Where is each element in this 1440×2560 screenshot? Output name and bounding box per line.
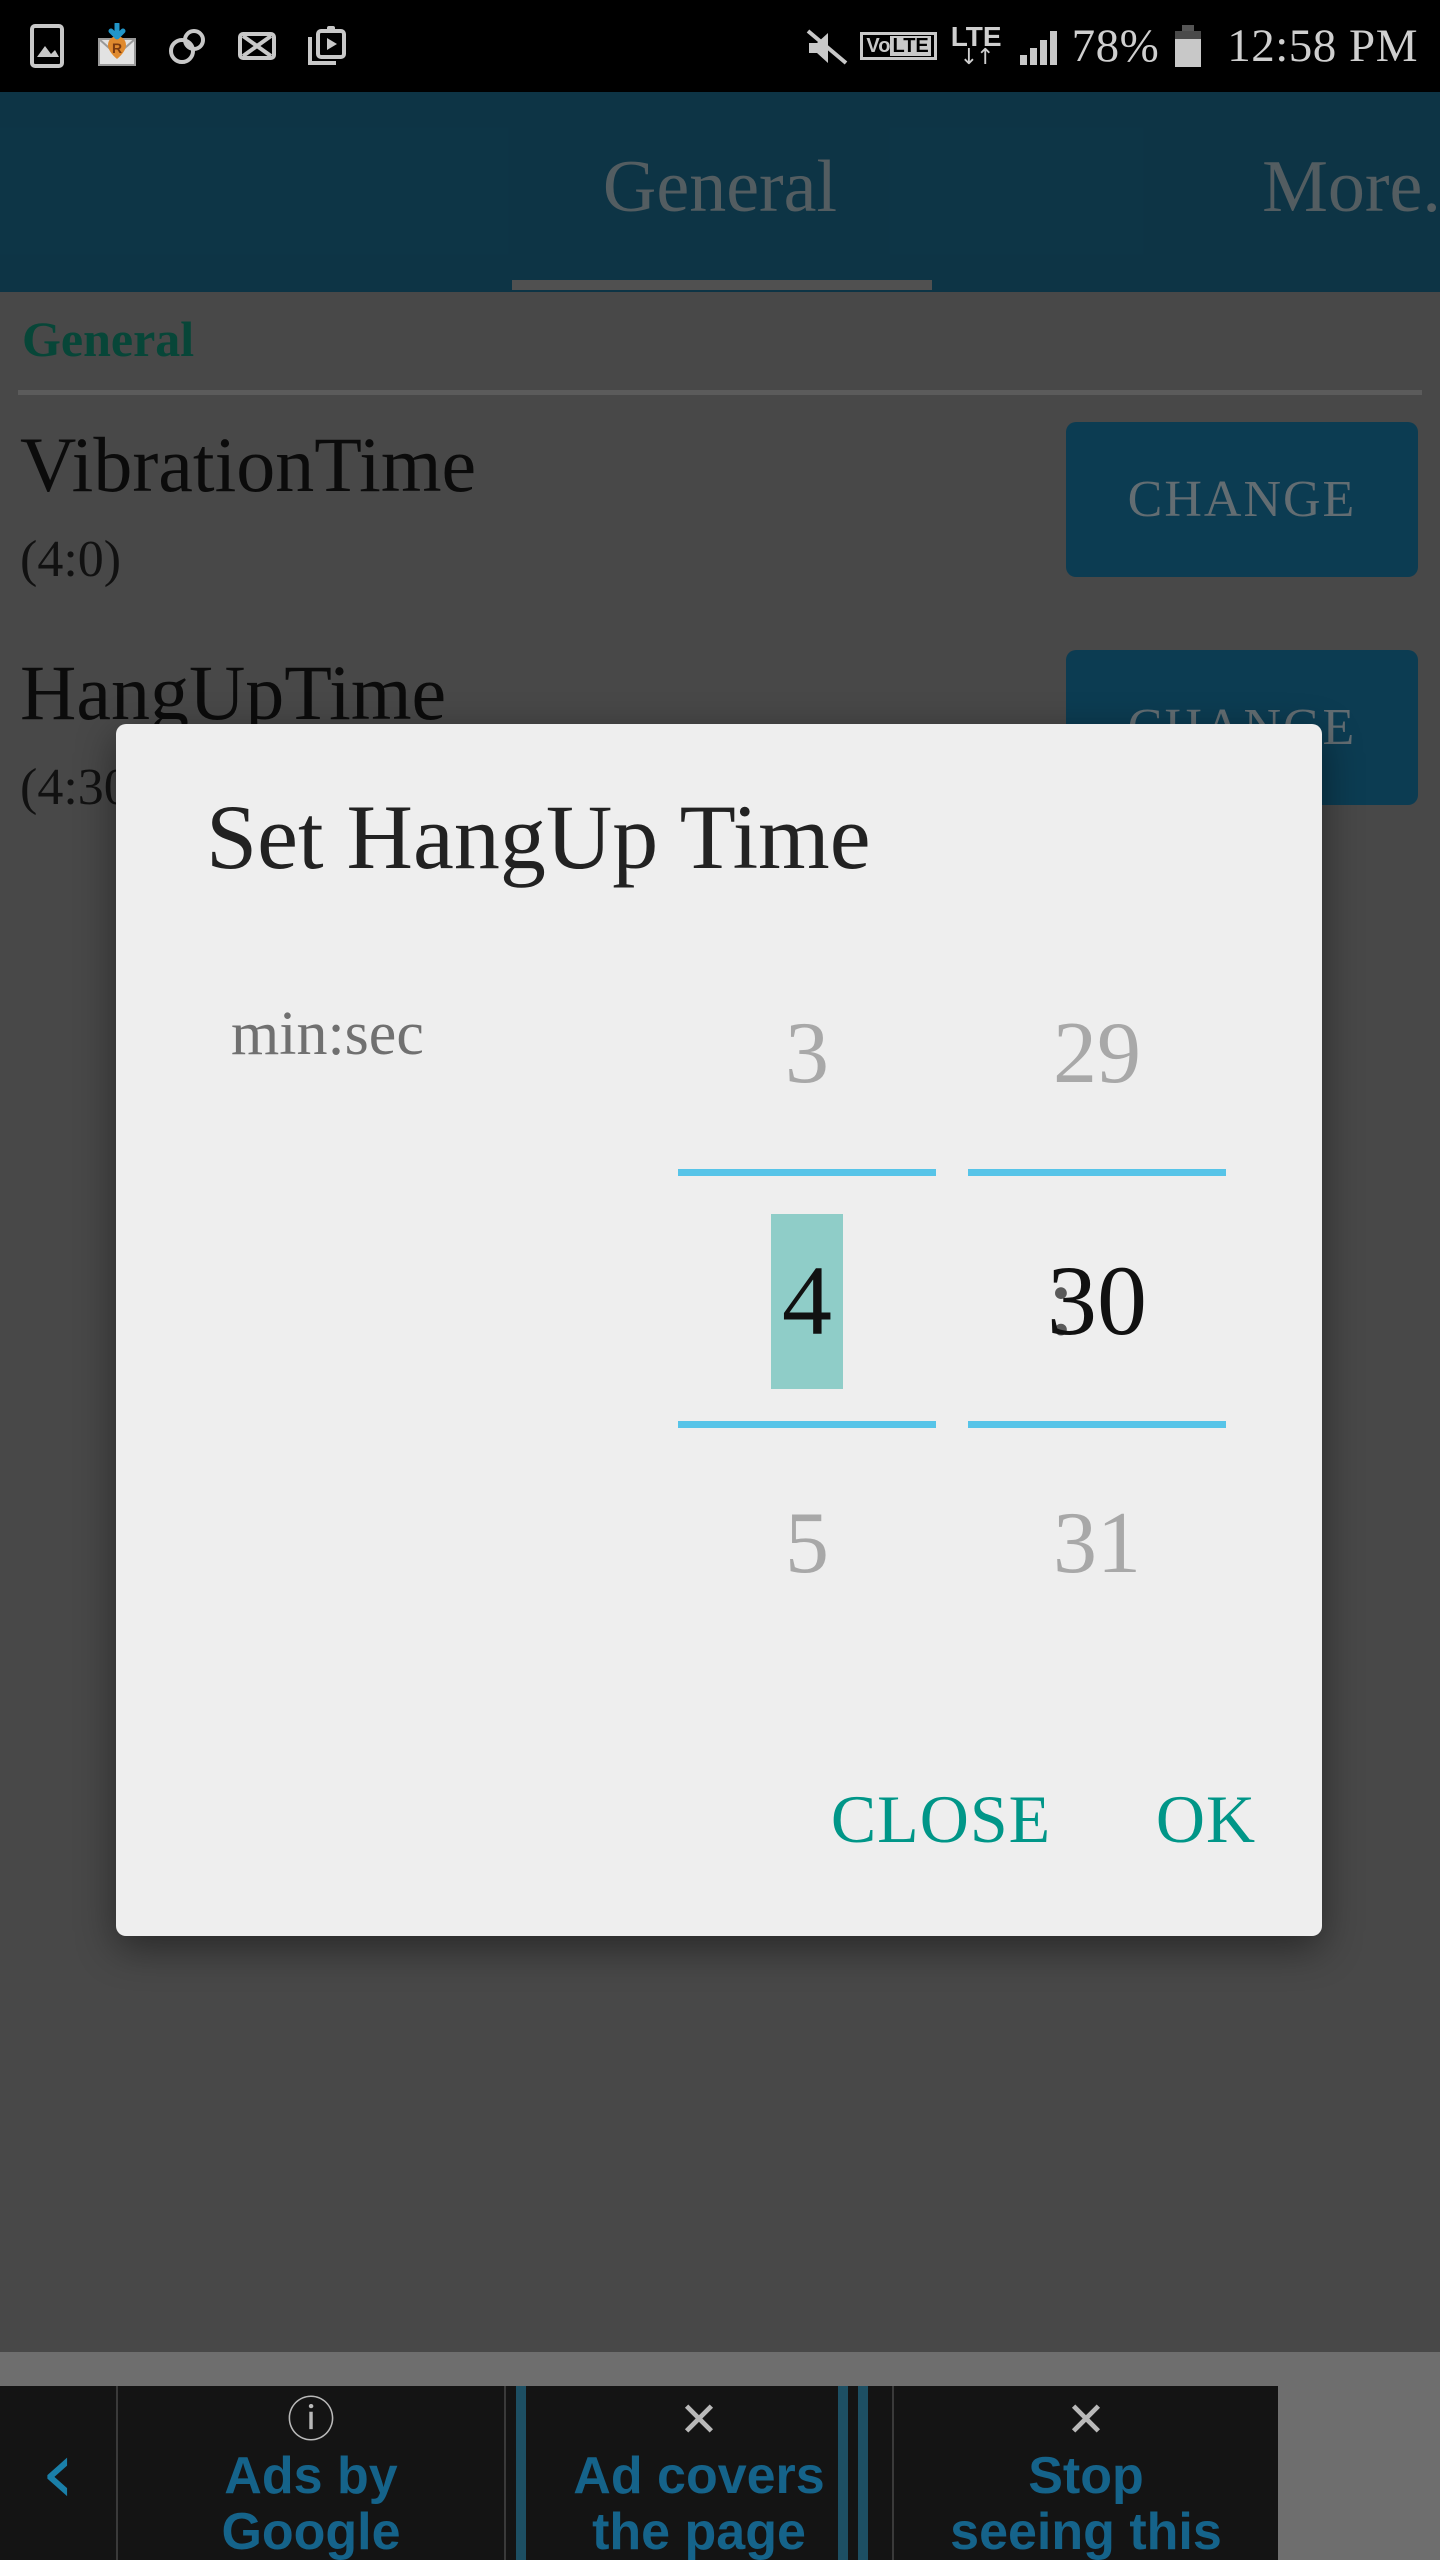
- ad-back-button[interactable]: ‹: [0, 2386, 118, 2560]
- status-bar: R Vo LTE LTE ↓↑ 78% 12:58 PM: [0, 0, 1440, 92]
- seconds-picker-column[interactable]: 29 30 31: [966, 969, 1228, 1624]
- minutes-value-selected[interactable]: 4: [676, 1211, 938, 1391]
- dialog-action-bar: CLOSE OK: [116, 1754, 1322, 1884]
- ads-by-google-button[interactable]: ⓘ Ads by Google: [118, 2386, 506, 2560]
- setting-row-vibrationtime[interactable]: VibrationTime (4:0) CHANGE: [0, 412, 1440, 642]
- volte-icon: Vo LTE: [860, 32, 937, 60]
- signal-bars-icon: [1016, 23, 1058, 69]
- mute-icon: [804, 23, 848, 69]
- setting-value: (4:0): [20, 531, 122, 588]
- volte-prefix: Vo: [866, 35, 891, 57]
- minutes-value-below[interactable]: 5: [676, 1469, 938, 1619]
- minutes-divider-top: [678, 1169, 936, 1176]
- ok-button[interactable]: OK: [1131, 1754, 1281, 1884]
- seconds-value-above[interactable]: 29: [966, 979, 1228, 1129]
- battery-percent-label: 78%: [1071, 20, 1160, 72]
- close-x-icon: ✕: [678, 2392, 720, 2448]
- volte-suffix: LTE: [890, 35, 931, 57]
- link-rings-icon: [166, 23, 208, 69]
- ad-accent-line: [858, 2386, 868, 2560]
- minutes-picker-column[interactable]: 3 4 5: [676, 969, 938, 1624]
- close-x-icon: ✕: [1065, 2392, 1107, 2448]
- status-bar-system-icons: Vo LTE LTE ↓↑ 78% 12:58 PM: [804, 19, 1418, 73]
- info-icon: ⓘ: [286, 2392, 335, 2448]
- lte-network-icon: LTE ↓↑: [951, 22, 1002, 70]
- ad-accent-line: [838, 2386, 848, 2560]
- status-bar-notification-icons: R: [26, 23, 348, 69]
- ad-overlay-bar: ‹ ⓘ Ads by Google ✕ Ad covers the page ✕…: [0, 2383, 1278, 2560]
- close-button[interactable]: CLOSE: [806, 1754, 1076, 1884]
- time-number-picker: 3 4 5 : 29 30 31: [116, 969, 1322, 1624]
- tab-more[interactable]: More...: [1160, 92, 1440, 282]
- ad-covers-page-button[interactable]: ✕ Ad covers the page: [506, 2386, 894, 2560]
- setting-label: VibrationTime: [20, 421, 477, 508]
- tab-active-indicator: [512, 280, 932, 290]
- clipboard-play-icon: [306, 23, 348, 69]
- lte-data-arrows: ↓↑: [959, 44, 995, 70]
- minutes-divider-bottom: [678, 1421, 936, 1428]
- section-header-general: General: [22, 311, 195, 367]
- seconds-value-selected[interactable]: 30: [966, 1211, 1228, 1391]
- svg-text:R: R: [112, 40, 122, 56]
- battery-icon: [1175, 25, 1202, 67]
- email-attachment-icon: R: [96, 23, 138, 69]
- stop-seeing-this-label: Stop seeing this: [950, 2447, 1222, 2560]
- gallery-image-icon: [26, 23, 68, 69]
- change-button-vibrationtime[interactable]: CHANGE: [1066, 422, 1418, 577]
- seconds-divider-top: [968, 1169, 1226, 1176]
- ads-by-google-label: Ads by Google: [221, 2447, 401, 2560]
- ad-covers-page-label: Ad covers the page: [573, 2447, 825, 2560]
- phone-screen: R Vo LTE LTE ↓↑ 78% 12:58 PM General Mor…: [0, 0, 1440, 2560]
- seconds-divider-bottom: [968, 1421, 1226, 1428]
- dialog-title: Set HangUp Time: [206, 786, 871, 888]
- ad-accent-line: [516, 2386, 526, 2560]
- tab-general[interactable]: General: [390, 92, 1050, 282]
- set-hangup-time-dialog: Set HangUp Time min:sec 3 4 5 : 29 30 31…: [116, 724, 1322, 1936]
- mail-close-icon: [236, 23, 278, 69]
- section-divider: [18, 390, 1422, 395]
- stop-seeing-this-button[interactable]: ✕ Stop seeing this: [894, 2386, 1278, 2560]
- minutes-value-above[interactable]: 3: [676, 979, 938, 1129]
- seconds-value-below[interactable]: 31: [966, 1469, 1228, 1619]
- chevron-left-icon: ‹: [40, 2423, 76, 2523]
- clock-label: 12:58 PM: [1227, 20, 1418, 72]
- tab-bar: General More...: [0, 92, 1440, 292]
